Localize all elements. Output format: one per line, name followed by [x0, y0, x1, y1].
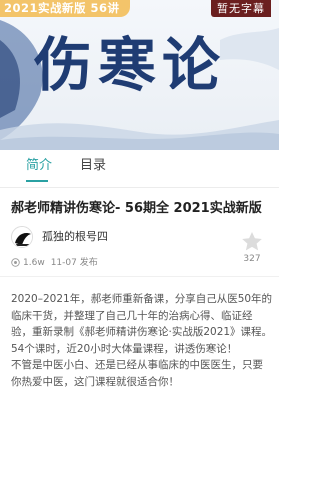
eye-icon: [11, 258, 20, 267]
episode-badge: 2021实战新版 56讲: [0, 0, 130, 17]
avatar-ink-icon: [12, 227, 32, 247]
active-tab-indicator: [26, 180, 48, 182]
tab-bar: 简介 目录: [0, 152, 279, 188]
course-cover: 2021实战新版 56讲 暂无字幕 伤寒论: [0, 0, 279, 150]
tab-catalog[interactable]: 目录: [80, 156, 106, 176]
author-name[interactable]: 孤独的根号四: [42, 229, 108, 245]
favorite-count: 327: [243, 254, 261, 264]
description-paragraph: 54个课时，近20小时大体量课程，讲透伤寒论！: [11, 342, 238, 355]
favorite-button[interactable]: [240, 230, 264, 254]
author-avatar[interactable]: [11, 226, 33, 248]
course-meta: 1.6w 11-07 发布: [11, 257, 98, 269]
description-paragraph: 不管是中医小白、还是已经从事临床的中医医生，只要你热爱中医，这门课程就很适合你！: [11, 359, 263, 388]
cover-title: 伤寒论: [34, 31, 227, 99]
description-paragraph: 2020–2021年，郝老师重新备课，分享自己从医50年的临床干货，并整理了自己…: [11, 293, 273, 338]
publish-date: 11-07 发布: [50, 258, 98, 268]
star-icon: [242, 232, 262, 251]
course-description: 2020–2021年，郝老师重新备课，分享自己从医50年的临床干货，并整理了自己…: [11, 291, 273, 390]
view-count: 1.6w: [23, 258, 45, 268]
course-title: 郝老师精讲伤寒论- 56期全 2021实战新版: [11, 201, 262, 216]
no-subtitle-tag: 暂无字幕: [211, 0, 271, 17]
tab-intro[interactable]: 简介: [26, 156, 52, 176]
divider: [0, 187, 279, 188]
divider: [0, 276, 279, 277]
